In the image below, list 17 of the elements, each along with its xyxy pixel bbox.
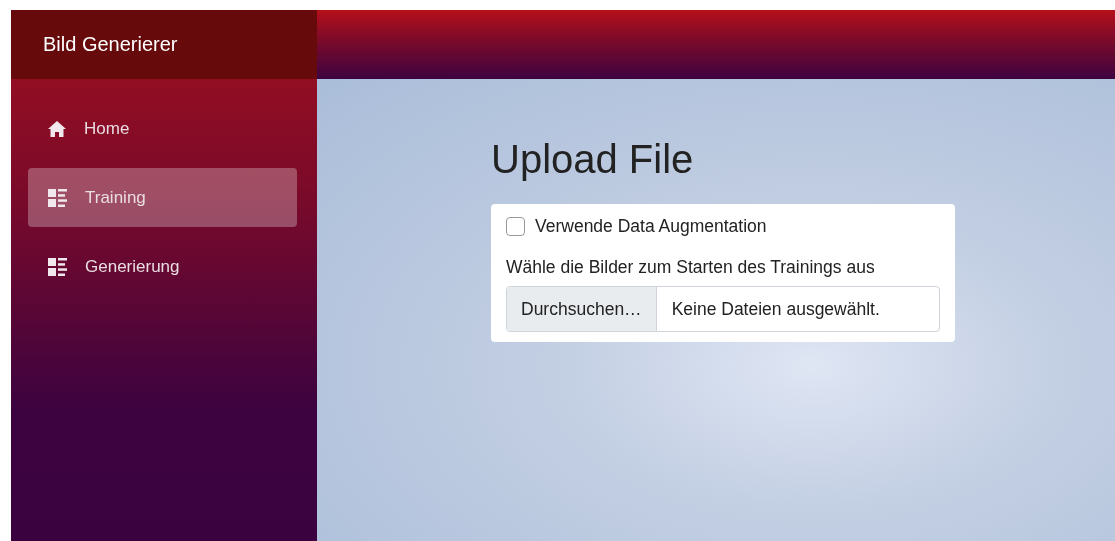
home-icon (48, 120, 66, 137)
file-status: Keine Dateien ausgewählt. (670, 297, 881, 321)
file-input[interactable]: Durchsuchen… Keine Dateien ausgewählt. (506, 286, 940, 332)
file-label: Wähle die Bilder zum Starten des Trainings aus (506, 257, 876, 278)
page-heading: Upload File (491, 137, 695, 182)
nav-item[interactable]: Training (28, 168, 297, 227)
nav-label: Home (84, 118, 130, 139)
checkbox-label: Verwende Data Augmentation (535, 216, 767, 237)
nav-label: Generierung (85, 256, 180, 277)
nav-item[interactable]: Generierung (28, 237, 297, 296)
list-icon (48, 257, 67, 276)
browse-button[interactable]: Durchsuchen… (507, 287, 657, 331)
nav-label: Training (85, 187, 146, 208)
checkbox[interactable] (506, 217, 525, 236)
nav-item[interactable]: Home (28, 99, 297, 158)
list-icon (48, 188, 67, 207)
app-title: Bild Generierer (43, 33, 178, 56)
